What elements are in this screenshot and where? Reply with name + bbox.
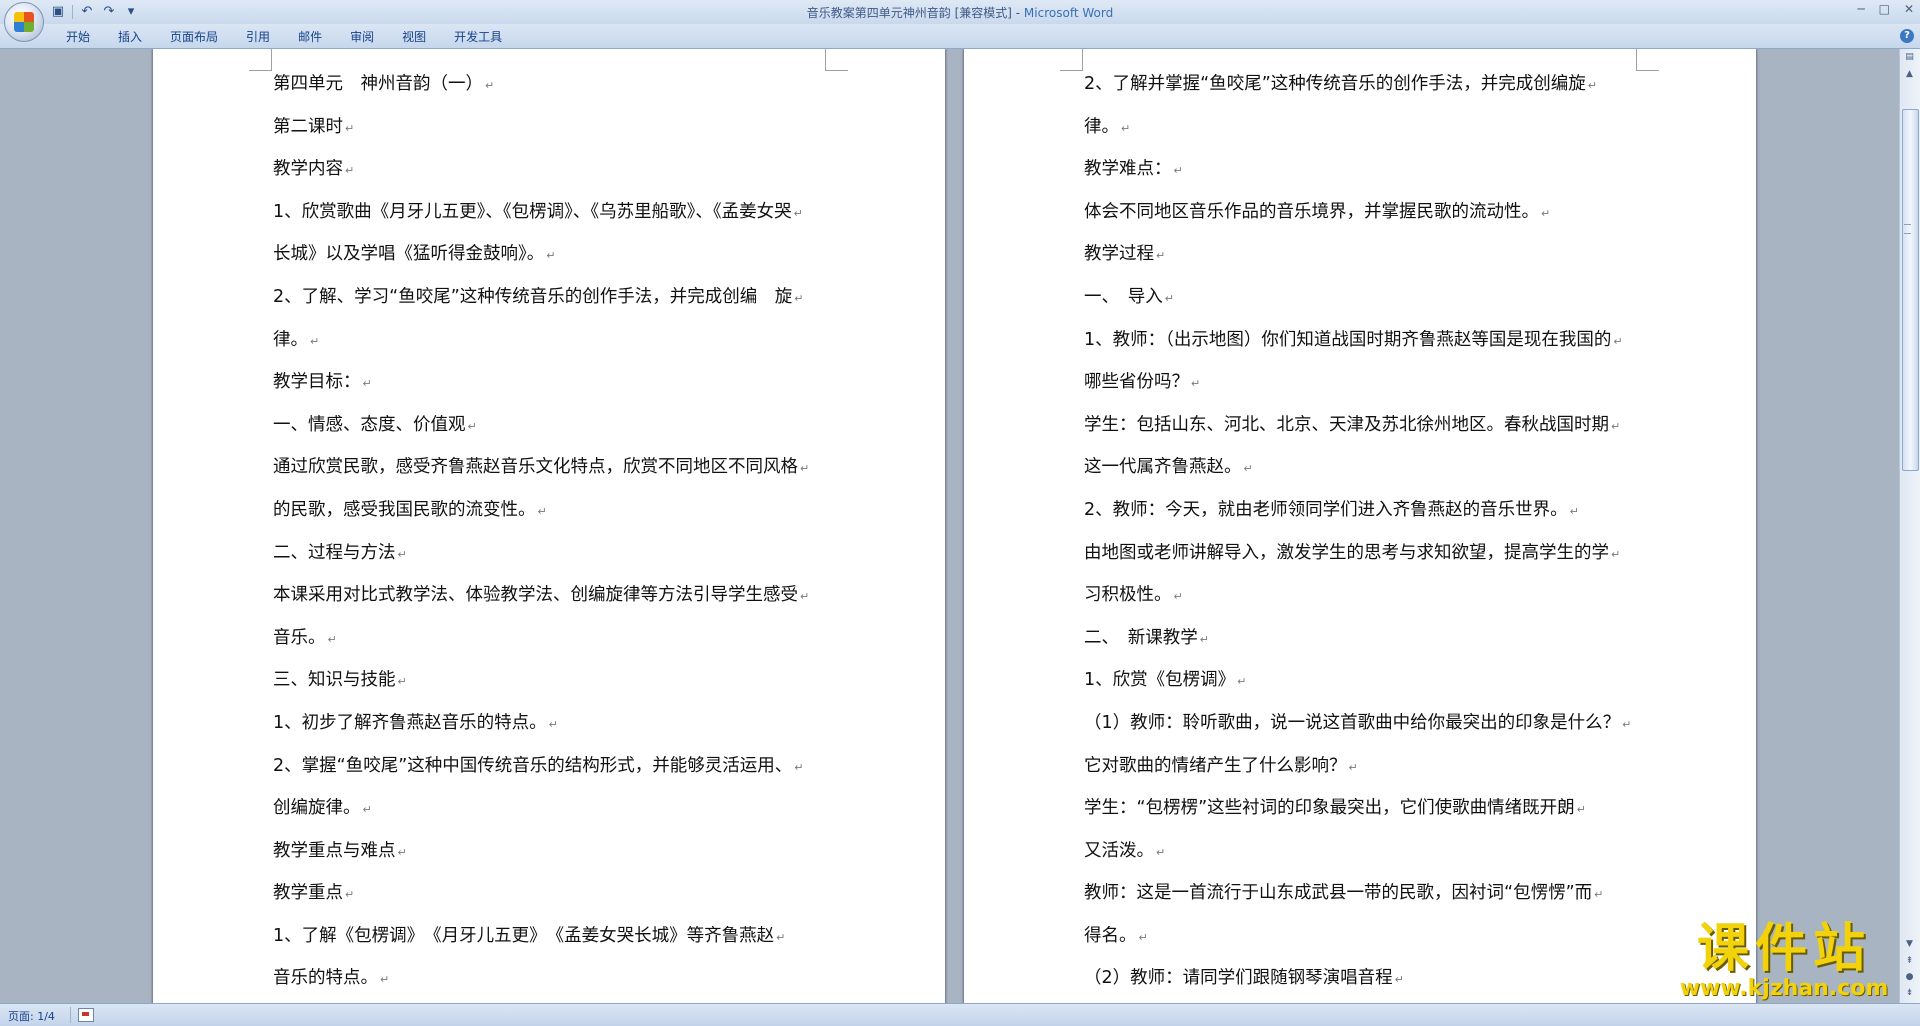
- page-1-paragraph[interactable]: 长城》以及学唱《猛听得金鼓响》。: [273, 234, 829, 277]
- page-1-paragraph[interactable]: 创编旋律。: [273, 788, 829, 831]
- page-2-paragraph[interactable]: 这一代属齐鲁燕赵。: [1084, 447, 1640, 490]
- page-2-text[interactable]: 2、了解并掌握“鱼咬尾”这种传统音乐的创作手法，并完成创编旋律。教学难点：体会不…: [1084, 64, 1640, 1001]
- page-2-paragraph[interactable]: 由地图或老师讲解导入，激发学生的思考与求知欲望，提高学生的学: [1084, 533, 1640, 576]
- maximize-icon[interactable]: □: [1879, 2, 1890, 16]
- macro-record-icon[interactable]: [78, 1008, 94, 1022]
- page-2-paragraph[interactable]: （2）教师：请同学们跟随钢琴演唱音程: [1084, 958, 1640, 1001]
- scrollbar-thumb[interactable]: [1902, 109, 1919, 471]
- page-2-paragraph[interactable]: 2、了解并掌握“鱼咬尾”这种传统音乐的创作手法，并完成创编旋: [1084, 64, 1640, 107]
- watermark-logo: 课件站 www.kjzhan.com: [1668, 919, 1900, 1001]
- page-1-paragraph[interactable]: 音乐的特点。: [273, 958, 829, 1001]
- page-2-paragraph[interactable]: 1、欣赏《包楞调》: [1084, 660, 1640, 703]
- tab-home[interactable]: 开始: [52, 29, 104, 45]
- page-2-paragraph[interactable]: 2、教师：今天，就由老师领同学们进入齐鲁燕赵的音乐世界。: [1084, 490, 1640, 533]
- page-1-paragraph[interactable]: 音乐。: [273, 618, 829, 661]
- page-1-paragraph[interactable]: 1、了解《包楞调》 《月牙儿五更》 《孟姜女哭长城》等齐鲁燕赵: [273, 916, 829, 959]
- page-2-paragraph[interactable]: 得名。: [1084, 916, 1640, 959]
- tab-insert[interactable]: 插入: [104, 29, 156, 45]
- page-1-paragraph[interactable]: 1、初步了解齐鲁燕赵音乐的特点。: [273, 703, 829, 746]
- page-1-paragraph[interactable]: 教学目标：: [273, 362, 829, 405]
- page-1-paragraph[interactable]: 2、了解、学习“鱼咬尾”这种传统音乐的创作手法，并完成创编 旋: [273, 277, 829, 320]
- page-1-paragraph[interactable]: 教学重点与难点: [273, 831, 829, 874]
- crop-mark: [249, 49, 272, 71]
- window-title: 音乐教案第四单元神州音韵 [兼容模式] - Microsoft Word: [0, 4, 1920, 21]
- scroll-down-icon[interactable]: ▼: [1902, 937, 1917, 952]
- page-1-paragraph[interactable]: 第四单元 神州音韵（一）: [273, 64, 829, 107]
- page-1-paragraph[interactable]: 三、知识与技能: [273, 660, 829, 703]
- page-2-paragraph[interactable]: 一、 导入: [1084, 277, 1640, 320]
- page-2-paragraph[interactable]: 哪些省份吗？: [1084, 362, 1640, 405]
- page-1-paragraph[interactable]: 通过欣赏民歌，感受齐鲁燕赵音乐文化特点，欣赏不同地区不同风格: [273, 447, 829, 490]
- document-title: 音乐教案第四单元神州音韵 [兼容模式] -: [806, 6, 1024, 20]
- scrollbar-grip-icon: [1904, 224, 1911, 234]
- previous-page-icon[interactable]: ⇞: [1902, 954, 1917, 969]
- page-1-paragraph[interactable]: 教学重点: [273, 873, 829, 916]
- tab-page-layout[interactable]: 页面布局: [156, 29, 232, 45]
- document-page-1[interactable]: 第四单元 神州音韵（一）第二课时教学内容1、欣赏歌曲《月牙儿五更》、《包楞调》、…: [153, 49, 945, 1003]
- page-1-paragraph[interactable]: 1、欣赏歌曲《月牙儿五更》、《包楞调》、《乌苏里船歌》、《孟姜女哭: [273, 192, 829, 235]
- app-name: Microsoft Word: [1023, 6, 1114, 20]
- watermark-title: 课件站: [1696, 919, 1871, 979]
- ribbon-tab-bar: 开始 插入 页面布局 引用 邮件 审阅 视图 开发工具 ?: [0, 24, 1920, 49]
- page-1-paragraph[interactable]: 二、过程与方法: [273, 533, 829, 576]
- page-2-paragraph[interactable]: 学生：“包楞楞”这些衬词的印象最突出，它们使歌曲情绪既开朗: [1084, 788, 1640, 831]
- vertical-scrollbar[interactable]: ▤ ▲ ▼ ⇞ ● ⇟: [1899, 49, 1920, 1003]
- page-2-paragraph[interactable]: 教学过程: [1084, 234, 1640, 277]
- page-1-paragraph[interactable]: 的民歌，感受我国民歌的流变性。: [273, 490, 829, 533]
- page-1-paragraph[interactable]: 教学内容: [273, 149, 829, 192]
- page-2-paragraph[interactable]: 体会不同地区音乐作品的音乐境界，并掌握民歌的流动性。: [1084, 192, 1640, 235]
- page-2-paragraph[interactable]: 二、 新课教学: [1084, 618, 1640, 661]
- tab-developer[interactable]: 开发工具: [440, 29, 516, 45]
- tab-view[interactable]: 视图: [388, 29, 440, 45]
- page-1-text[interactable]: 第四单元 神州音韵（一）第二课时教学内容1、欣赏歌曲《月牙儿五更》、《包楞调》、…: [273, 64, 829, 1001]
- ruler-toggle-icon[interactable]: ▤: [1902, 50, 1917, 65]
- page-1-paragraph[interactable]: 2、掌握“鱼咬尾”这种中国传统音乐的结构形式，并能够灵活运用、: [273, 746, 829, 789]
- window-controls: ─ □ ✕: [1857, 2, 1914, 16]
- page-1-paragraph[interactable]: 一、情感、态度、价值观: [273, 405, 829, 448]
- document-area[interactable]: 第四单元 神州音韵（一）第二课时教学内容1、欣赏歌曲《月牙儿五更》、《包楞调》、…: [0, 49, 1900, 1003]
- tab-references[interactable]: 引用: [232, 29, 284, 45]
- page-2-paragraph[interactable]: 习积极性。: [1084, 575, 1640, 618]
- browse-object-icon[interactable]: ●: [1902, 970, 1917, 985]
- office-logo-icon: [14, 12, 34, 32]
- watermark-url: www.kjzhan.com: [1679, 976, 1889, 1001]
- page-2-paragraph[interactable]: 学生：包括山东、河北、北京、天津及苏北徐州地区。春秋战国时期: [1084, 405, 1640, 448]
- page-1-paragraph[interactable]: 律。: [273, 320, 829, 363]
- page-1-paragraph[interactable]: 第二课时: [273, 107, 829, 150]
- office-button[interactable]: [4, 2, 44, 42]
- ribbon-tab-list: 开始 插入 页面布局 引用 邮件 审阅 视图 开发工具: [52, 29, 516, 45]
- help-icon[interactable]: ?: [1900, 29, 1914, 43]
- status-bar: 页面: 1/4: [0, 1003, 1920, 1026]
- document-page-2[interactable]: 2、了解并掌握“鱼咬尾”这种传统音乐的创作手法，并完成创编旋律。教学难点：体会不…: [964, 49, 1756, 1003]
- page-1-paragraph[interactable]: 本课采用对比式教学法、体验教学法、创编旋律等方法引导学生感受: [273, 575, 829, 618]
- page-2-paragraph[interactable]: 律。: [1084, 107, 1640, 150]
- close-icon[interactable]: ✕: [1904, 2, 1914, 16]
- page-2-paragraph[interactable]: 1、教师：（出示地图）你们知道战国时期齐鲁燕赵等国是现在我国的: [1084, 320, 1640, 363]
- title-bar: ▣ ↶ ↷ ▾ 音乐教案第四单元神州音韵 [兼容模式] - Microsoft …: [0, 0, 1920, 42]
- page-2-paragraph[interactable]: 教学难点：: [1084, 149, 1640, 192]
- status-divider: [70, 1007, 71, 1023]
- scroll-up-icon[interactable]: ▲: [1902, 67, 1917, 82]
- page-2-paragraph[interactable]: （1）教师：聆听歌曲，说一说这首歌曲中给你最突出的印象是什么？: [1084, 703, 1640, 746]
- page-counter[interactable]: 页面: 1/4: [8, 1008, 55, 1024]
- page-2-paragraph[interactable]: 它对歌曲的情绪产生了什么影响？: [1084, 746, 1640, 789]
- next-page-icon[interactable]: ⇟: [1902, 986, 1917, 1001]
- crop-mark: [1060, 49, 1083, 71]
- minimize-icon[interactable]: ─: [1857, 2, 1864, 16]
- tab-mailings[interactable]: 邮件: [284, 29, 336, 45]
- tab-review[interactable]: 审阅: [336, 29, 388, 45]
- page-2-paragraph[interactable]: 又活泼。: [1084, 831, 1640, 874]
- page-2-paragraph[interactable]: 教师：这是一首流行于山东成武县一带的民歌，因衬词“包愣愣”而: [1084, 873, 1640, 916]
